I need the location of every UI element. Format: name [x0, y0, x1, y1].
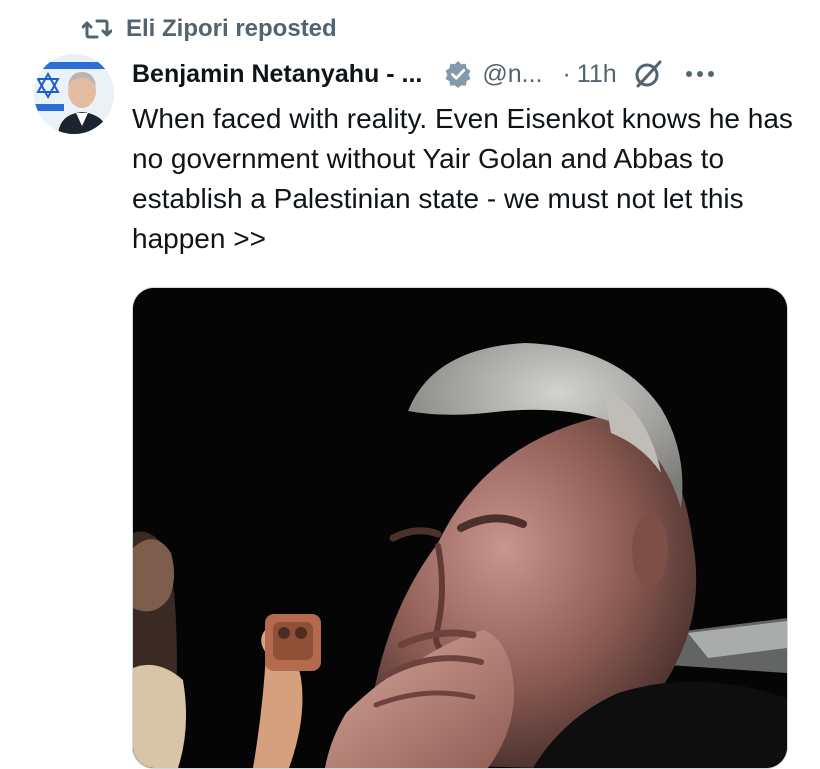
grok-icon[interactable] [633, 59, 663, 89]
author-name[interactable]: Benjamin Netanyahu - ... [132, 60, 422, 89]
author-handle[interactable]: @n... [482, 60, 542, 89]
video-thumbnail[interactable] [132, 287, 788, 769]
author-avatar[interactable] [34, 54, 114, 134]
more-options-icon[interactable] [685, 70, 715, 78]
repost-icon [82, 17, 112, 41]
repost-label: Eli Zipori reposted [126, 15, 337, 42]
separator-dot: · [562, 59, 571, 88]
post-time[interactable]: 11h [577, 60, 617, 89]
verified-badge-icon[interactable] [444, 60, 472, 88]
post-text: When faced with reality. Even Eisenkot k… [132, 103, 793, 254]
repost-indicator[interactable]: Eli Zipori reposted [82, 14, 337, 44]
post-header: Benjamin Netanyahu - ... @n... · 11h [132, 56, 792, 92]
